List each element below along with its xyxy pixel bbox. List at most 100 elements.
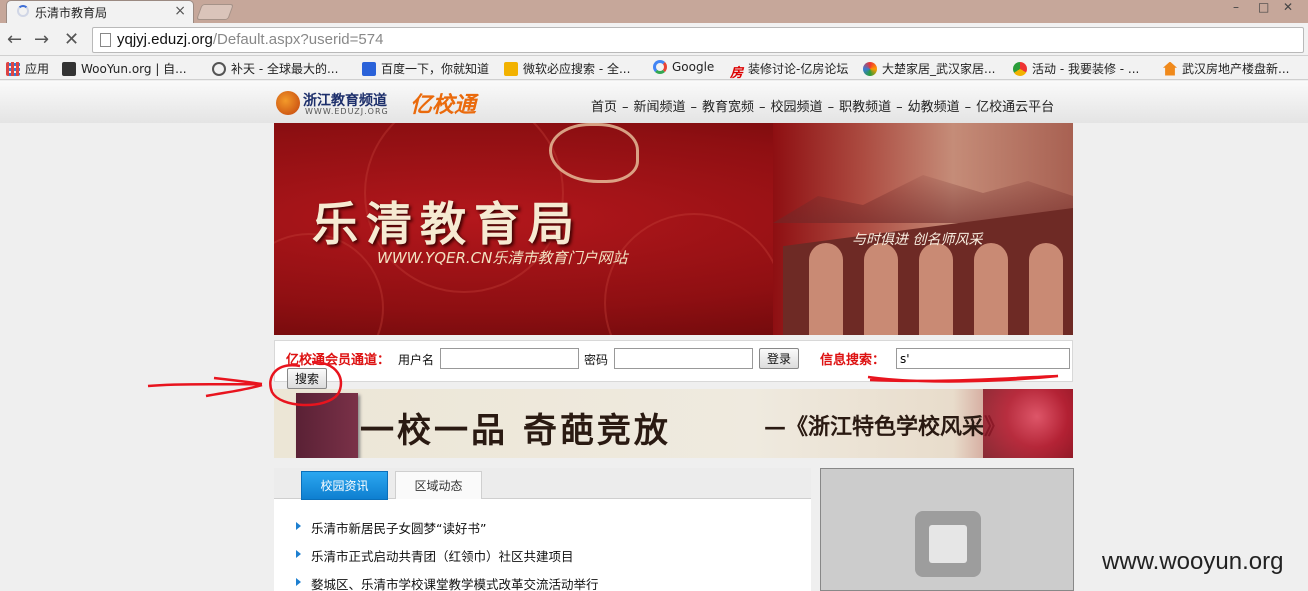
news-panel: 校园资讯 区域动态 乐清市新居民子女圆梦“读好书” 乐清市正式启动共青团（红领巾… — [274, 468, 811, 591]
login-button[interactable]: 登录 — [759, 348, 800, 369]
tab-campus-news[interactable]: 校园资讯 — [301, 471, 388, 500]
bookmark-label: 活动 - 我要装修 - ... — [1032, 62, 1140, 76]
bookmark-fang[interactable]: 房装修讨论-亿房论坛 — [730, 60, 848, 81]
hero-banner: 乐清教育局 WWW.YQER.CN乐清市教育门户网站 与时俱进 创名师风采 — [274, 123, 1073, 335]
bookmark-label: 大楚家居_武汉家居... — [882, 62, 996, 76]
bridge-arch — [1029, 243, 1063, 335]
bing-icon — [504, 61, 518, 76]
bookmark-label: Google — [672, 60, 715, 74]
butian-icon — [212, 61, 226, 76]
web-page: 浙江教育频道 WWW.EDUZJ.ORG 亿校通 首页 – 新闻频道 – 教育宽频 – 校园… — [0, 81, 1308, 591]
nav-separator: – — [759, 100, 766, 115]
bookmark-butian[interactable]: 补天 - 全球最大的... — [212, 60, 338, 77]
bookmark-wooyun[interactable]: WooYun.org | 自... — [62, 60, 187, 77]
book-cover-image — [296, 393, 358, 458]
banner-subtitle: WWW.YQER.CN乐清市教育门户网站 — [377, 249, 628, 267]
bridge-arch — [919, 243, 953, 335]
puzzle-piece-icon — [929, 525, 967, 563]
missing-plugin-area[interactable] — [820, 468, 1074, 591]
bookmark-label: 武汉房地产楼盘新... — [1182, 62, 1290, 76]
logo-sub-text: WWW.EDUZJ.ORG — [305, 107, 389, 116]
chrome-page-icon — [1013, 61, 1027, 76]
bookmark-google[interactable]: Google — [653, 60, 714, 74]
site-nav: 首页 – 新闻频道 – 教育宽频 – 校园频道 – 职教频道 – 幼教频道 – 亿校通云平台 — [591, 96, 1054, 115]
news-item[interactable]: 乐清市新居民子女圆梦“读好书” — [294, 518, 599, 546]
tab-title: 乐清市教育局 — [35, 6, 108, 20]
password-label: 密码 — [584, 353, 609, 367]
apps-grid-icon — [6, 61, 20, 76]
maximize-icon[interactable]: □ — [1258, 0, 1269, 14]
member-channel-label: 亿校通会员通道： — [286, 353, 391, 368]
bridge-arch — [974, 243, 1008, 335]
url-text[interactable]: yqjyj.eduzj.org/Default.aspx?userid=574 — [117, 31, 383, 48]
wooyun-watermark: www.wooyun.org — [1102, 548, 1284, 575]
bridge-arch — [809, 243, 843, 335]
wooyun-icon — [62, 61, 76, 76]
forward-arrow-icon[interactable]: → — [34, 29, 49, 50]
zhejiang-edu-logo[interactable]: 浙江教育频道 WWW.EDUZJ.ORG — [276, 90, 389, 118]
bookmark-label: 应用 — [25, 62, 50, 76]
nav-separator: – — [622, 100, 629, 115]
browser-toolbar: ← → ✕ yqjyj.eduzj.org/Default.aspx?useri… — [0, 23, 1308, 56]
bookmark-label: 补天 - 全球最大的... — [231, 62, 339, 76]
banner-slogan: 与时俱进 创名师风采 — [852, 232, 983, 248]
nav-separator: – — [896, 100, 903, 115]
bookmark-label: 微软必应搜索 - 全... — [523, 62, 631, 76]
dachu-icon — [863, 61, 877, 76]
close-tab-icon[interactable]: × — [174, 3, 186, 19]
banner-title: 乐清教育局 — [312, 197, 582, 251]
auspicious-cloud-icon — [549, 123, 639, 183]
search-button[interactable]: 搜索 — [287, 368, 328, 389]
back-arrow-icon[interactable]: ← — [7, 29, 22, 50]
nav-vocational[interactable]: 职教频道 — [839, 100, 891, 115]
bookmark-apps[interactable]: 应用 — [6, 60, 49, 77]
bookmark-baidu[interactable]: 百度一下，你就知道 — [362, 60, 489, 77]
nav-news[interactable]: 新闻频道 — [634, 100, 686, 115]
news-item[interactable]: 乐清市正式启动共青团（红领巾）社区共建项目 — [294, 546, 599, 574]
new-tab-button[interactable] — [196, 4, 234, 20]
peony-flower-image — [983, 389, 1073, 458]
bookmarks-bar: 应用 WooYun.org | 自... 补天 - 全球最大的... 百度一下，… — [0, 56, 1308, 81]
bookmark-wuhan-fangdichan[interactable]: 武汉房地产楼盘新... — [1163, 60, 1289, 77]
feature-schools-banner[interactable]: 一校一品 奇葩竞放 —《浙江特色学校风采》 — [274, 389, 1073, 458]
browser-tab[interactable]: 乐清市教育局 × — [6, 0, 194, 23]
bookmark-dachu[interactable]: 大楚家居_武汉家居... — [863, 60, 995, 77]
nav-preschool[interactable]: 幼教频道 — [908, 100, 960, 115]
logo-emblem-icon — [276, 91, 300, 115]
bookmark-bing[interactable]: 微软必应搜索 - 全... — [504, 60, 630, 77]
username-label: 用户名 — [398, 353, 435, 367]
nav-home[interactable]: 首页 — [591, 100, 617, 115]
stop-loading-icon[interactable]: ✕ — [64, 29, 79, 50]
bridge-arch — [864, 243, 898, 335]
page-icon — [100, 33, 111, 47]
feature-banner-text: 一校一品 奇葩竞放 — [360, 411, 671, 451]
close-window-icon[interactable]: ✕ — [1283, 0, 1293, 14]
plugin-puzzle-icon — [915, 511, 981, 577]
username-input[interactable] — [440, 348, 579, 369]
news-item[interactable]: 婺城区、乐清市学校课堂教学模式改革交流活动举行 — [294, 574, 599, 591]
feature-banner-subtext: —《浙江特色学校风采》 — [764, 414, 1007, 440]
nav-separator: – — [964, 100, 972, 115]
bookmark-label: WooYun.org | 自... — [81, 62, 187, 76]
yixiaotong-logo[interactable]: 亿校通 — [410, 87, 476, 119]
url-path: /Default.aspx?userid=574 — [212, 31, 384, 48]
nav-separator: – — [827, 100, 835, 115]
nav-cloud-platform[interactable]: 亿校通云平台 — [976, 100, 1054, 115]
nav-video[interactable]: 教育宽频 — [702, 100, 754, 115]
address-bar[interactable]: yqjyj.eduzj.org/Default.aspx?userid=574 — [92, 27, 1304, 53]
news-tabs: 校园资讯 区域动态 — [274, 468, 811, 500]
search-input[interactable] — [896, 348, 1070, 369]
url-host: yqjyj.eduzj.org — [117, 31, 213, 48]
news-list: 乐清市新居民子女圆梦“读好书” 乐清市正式启动共青团（红领巾）社区共建项目 婺城… — [294, 518, 599, 591]
password-input[interactable] — [614, 348, 753, 369]
fang-icon: 房 — [730, 65, 744, 81]
nav-campus[interactable]: 校园频道 — [771, 100, 823, 115]
decor-circle — [604, 213, 784, 335]
login-search-bar: 亿校通会员通道： 用户名 密码 登录 信息搜索： 搜索 — [274, 340, 1073, 389]
tab-regional-news[interactable]: 区域动态 — [395, 471, 482, 499]
minimize-icon[interactable]: – — [1233, 0, 1239, 14]
nav-separator: – — [690, 100, 698, 115]
bookmark-label: 百度一下，你就知道 — [381, 62, 490, 76]
bookmark-huodong[interactable]: 活动 - 我要装修 - ... — [1013, 60, 1139, 77]
google-icon — [653, 60, 667, 74]
